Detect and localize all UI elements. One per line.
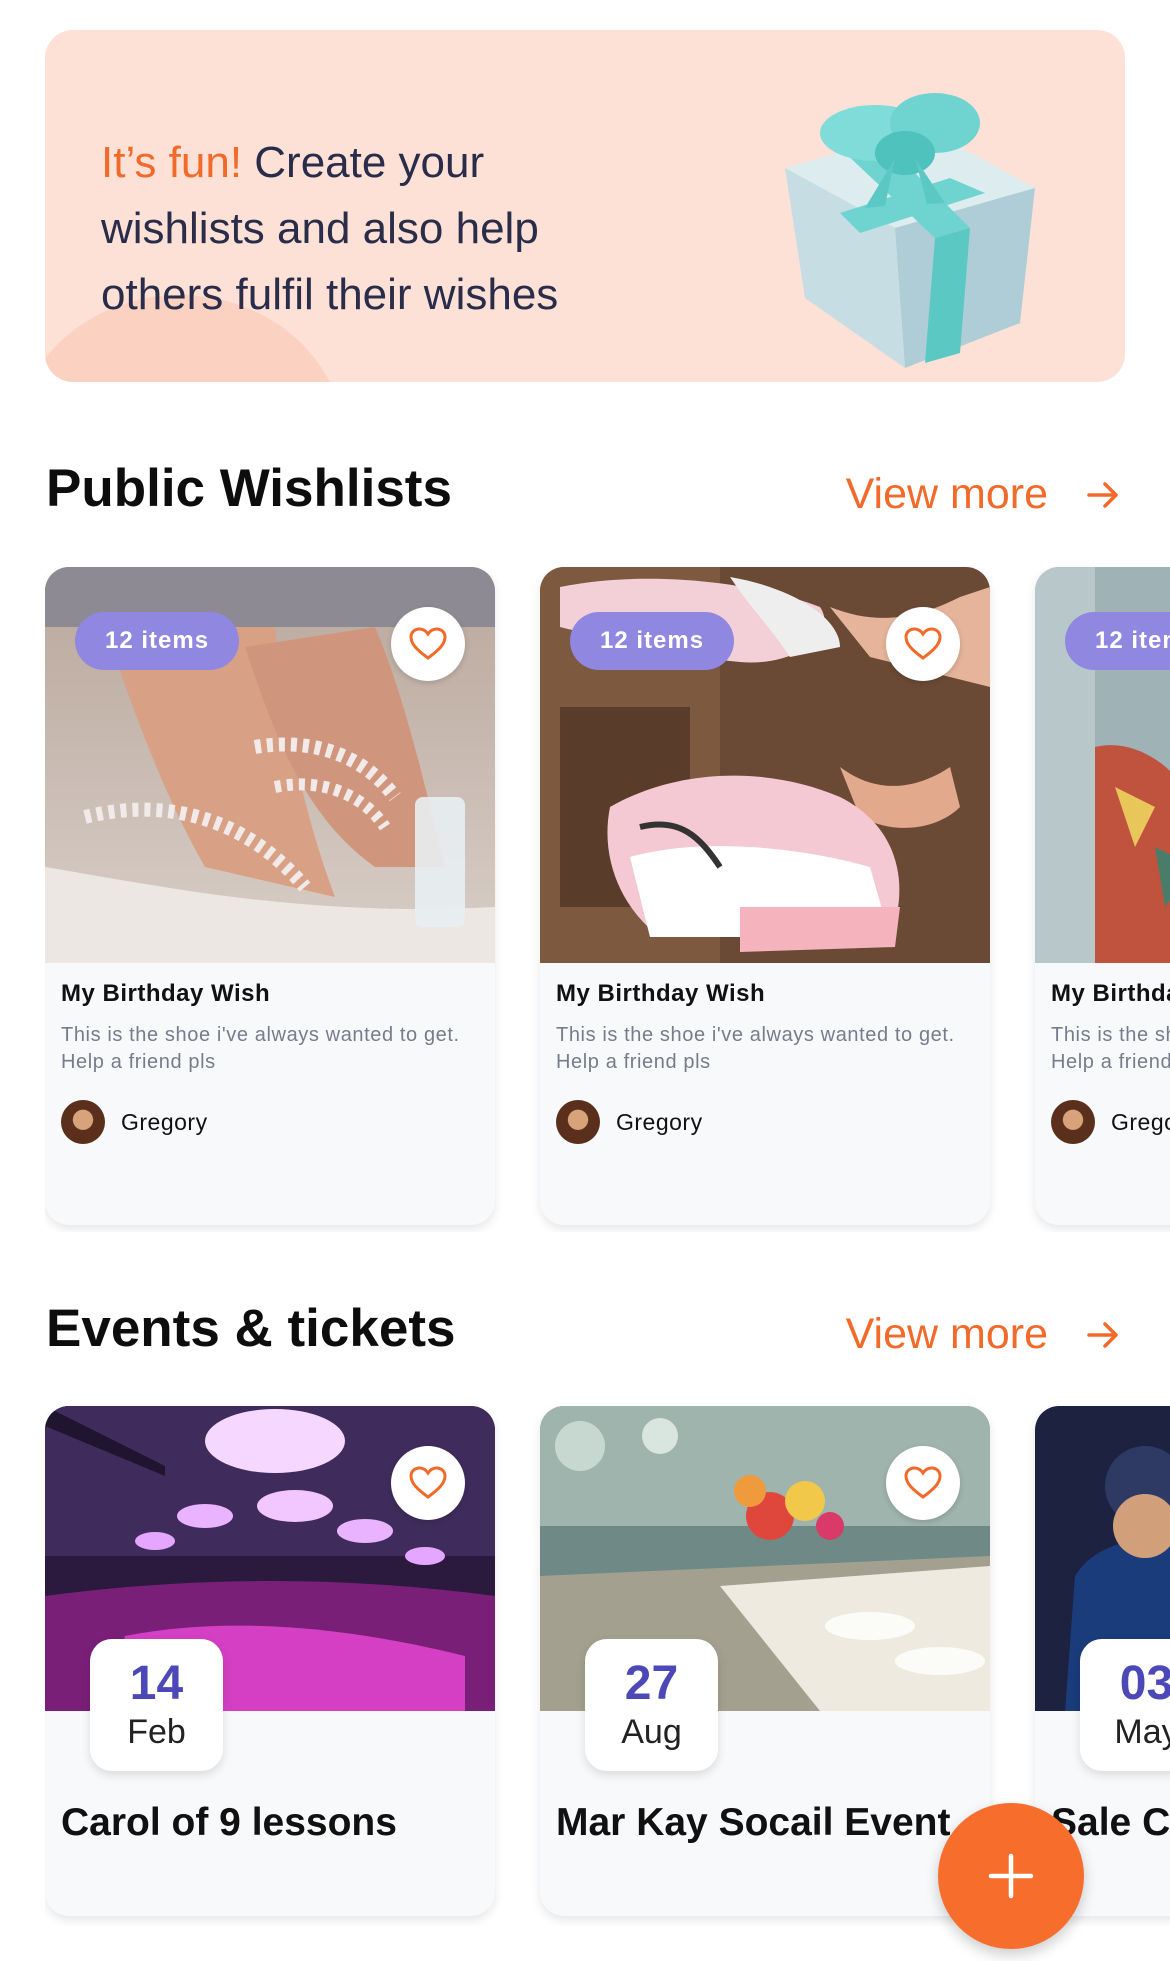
wishlist-card[interactable]: 12 items My Birthday Wish This is the sh… (1035, 567, 1170, 1225)
wishlist-description: This is the shoe i've always wanted to g… (61, 1024, 460, 1073)
view-more-label: View more (845, 1310, 1048, 1358)
owner-name: Gregory (616, 1108, 703, 1135)
wishlist-title: My Birthday Wish (61, 980, 271, 1007)
view-more-label: View more (845, 470, 1048, 518)
event-day: 14 (129, 1657, 184, 1710)
items-count-badge: 12 items (1065, 612, 1170, 670)
wishlist-carousel[interactable]: 12 items My Birthday Wish This is the sh… (45, 567, 1170, 1232)
event-month: Feb (127, 1713, 186, 1751)
owner-name: Gregory (1111, 1108, 1170, 1135)
arrow-right-icon (1087, 481, 1118, 508)
wishlist-card[interactable]: 12 items My Birthday Wish This is the sh… (45, 567, 495, 1225)
wishlist-owner[interactable]: Gregory (556, 1100, 703, 1144)
favorite-button[interactable] (886, 1446, 960, 1520)
favorite-button[interactable] (886, 607, 960, 681)
event-title: Carol of 9 lessons (61, 1801, 397, 1844)
favorite-button[interactable] (391, 1446, 465, 1520)
banner-text: It’s fun! Create your wishlists and also… (101, 138, 559, 319)
wishlist-title: My Birthday Wish (556, 980, 766, 1007)
public-wishlists-view-more[interactable]: View more (846, 470, 1120, 519)
plus-icon (988, 1853, 1034, 1899)
event-date: 03 May (1080, 1639, 1170, 1771)
heart-outline-icon (409, 1466, 447, 1499)
event-day: 03 (1119, 1657, 1170, 1710)
gift-box-illustration (785, 93, 1035, 368)
event-card[interactable]: 14 Feb Carol of 9 lessons (45, 1406, 495, 1916)
favorite-button[interactable] (391, 607, 465, 681)
event-title: Mar Kay Socail Event (556, 1801, 951, 1844)
event-month: Aug (621, 1713, 682, 1751)
add-button[interactable] (938, 1803, 1084, 1949)
event-date: 27 Aug (585, 1639, 718, 1771)
arrow-right-icon (1087, 1321, 1118, 1348)
owner-name: Gregory (121, 1108, 208, 1135)
event-day: 27 (624, 1657, 679, 1710)
wishlist-title: My Birthday Wish (1051, 980, 1170, 1007)
event-month: May (1114, 1713, 1170, 1751)
heart-outline-icon (904, 627, 942, 660)
items-count-badge: 12 items (75, 612, 240, 670)
promo-banner[interactable]: It’s fun! Create your wishlists and also… (45, 30, 1125, 382)
events-title: Events & tickets (46, 1299, 456, 1358)
wishlist-owner[interactable]: Gregory (61, 1100, 208, 1144)
wishlist-card[interactable]: 12 items My Birthday Wish This is the sh… (540, 567, 990, 1225)
heart-outline-icon (409, 627, 447, 660)
event-card[interactable]: 27 Aug Mar Kay Socail Event (540, 1406, 990, 1916)
events-view-more[interactable]: View more (846, 1310, 1120, 1359)
wishlist-description: This is the shoe i've always wanted to g… (1051, 1024, 1170, 1073)
heart-outline-icon (904, 1466, 942, 1499)
event-date: 14 Feb (90, 1639, 223, 1771)
avatar (1051, 1100, 1095, 1144)
avatar (556, 1100, 600, 1144)
avatar (61, 1100, 105, 1144)
public-wishlists-title: Public Wishlists (46, 459, 452, 518)
items-count-badge: 12 items (570, 612, 735, 670)
wishlist-owner[interactable]: Gregory (1051, 1100, 1170, 1144)
wishlist-description: This is the shoe i've always wanted to g… (556, 1024, 955, 1073)
